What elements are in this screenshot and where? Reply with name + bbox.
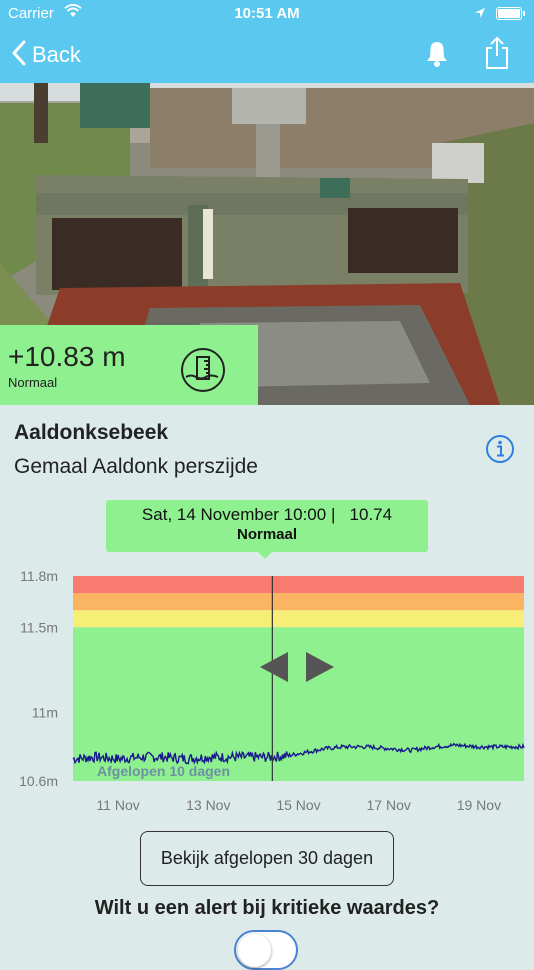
x-tick-label: 11 Nov [96, 797, 139, 813]
chevron-left-icon [12, 40, 26, 71]
water-level-card: +10.83 m Normaal [0, 325, 258, 405]
chart-tooltip: Sat, 14 November 10:00 | 10.74 Normaal [106, 500, 428, 559]
river-name: Aaldonksebeek [14, 421, 169, 444]
alert-question: Wilt u een alert bij kritieke waardes? [94, 897, 440, 919]
alert-toggle[interactable] [234, 930, 298, 970]
water-gauge-icon [180, 347, 226, 398]
chart-band [73, 576, 524, 594]
back-label: Back [32, 42, 81, 67]
toggle-knob [238, 934, 271, 967]
location-arrow-icon [474, 6, 486, 23]
bell-icon[interactable] [424, 40, 450, 73]
tooltip-header: Sat, 14 November 10:00 | 10.74 [106, 505, 428, 525]
y-tick-label: 11.5m [20, 619, 58, 635]
x-tick-label: 13 Nov [186, 797, 230, 813]
tooltip-status: Normaal [236, 526, 298, 543]
clock: 10:51 AM [234, 5, 300, 22]
tooltip-value: 10.74 [349, 505, 393, 524]
x-tick-label: 19 Nov [457, 797, 501, 813]
chart-band [73, 593, 524, 611]
chart-caption: Afgelopen 10 dagen [97, 763, 230, 779]
status-bar: Carrier 10:51 AM [0, 0, 534, 28]
chart-band [73, 610, 524, 628]
back-button[interactable]: Back [12, 38, 81, 72]
water-level-value: +10.83 m [8, 341, 126, 372]
tooltip-separator: | [330, 505, 336, 524]
water-level-status: Normaal [8, 375, 58, 390]
x-tick-label: 15 Nov [276, 797, 320, 813]
info-icon[interactable] [485, 434, 515, 464]
tooltip-datetime: Sat, 14 November 10:00 [141, 505, 327, 524]
share-icon[interactable] [484, 36, 510, 75]
x-tick-label: 17 Nov [367, 797, 411, 813]
navigation-bar: Back [0, 28, 534, 83]
battery-icon [496, 7, 525, 20]
y-tick-label: 10.6m [19, 773, 58, 789]
y-tick-label: 11.8m [20, 568, 58, 584]
station-name: Gemaal Aaldonk perszijde [14, 455, 258, 478]
history-30-days-button[interactable]: Bekijk afgelopen 30 dagen [140, 831, 394, 886]
water-level-chart[interactable]: 11.8m 11.5m 11m 10.6m 11 Nov 13 Nov 15 Nov 17 N… [0, 560, 534, 820]
y-tick-label: 11m [32, 705, 58, 721]
